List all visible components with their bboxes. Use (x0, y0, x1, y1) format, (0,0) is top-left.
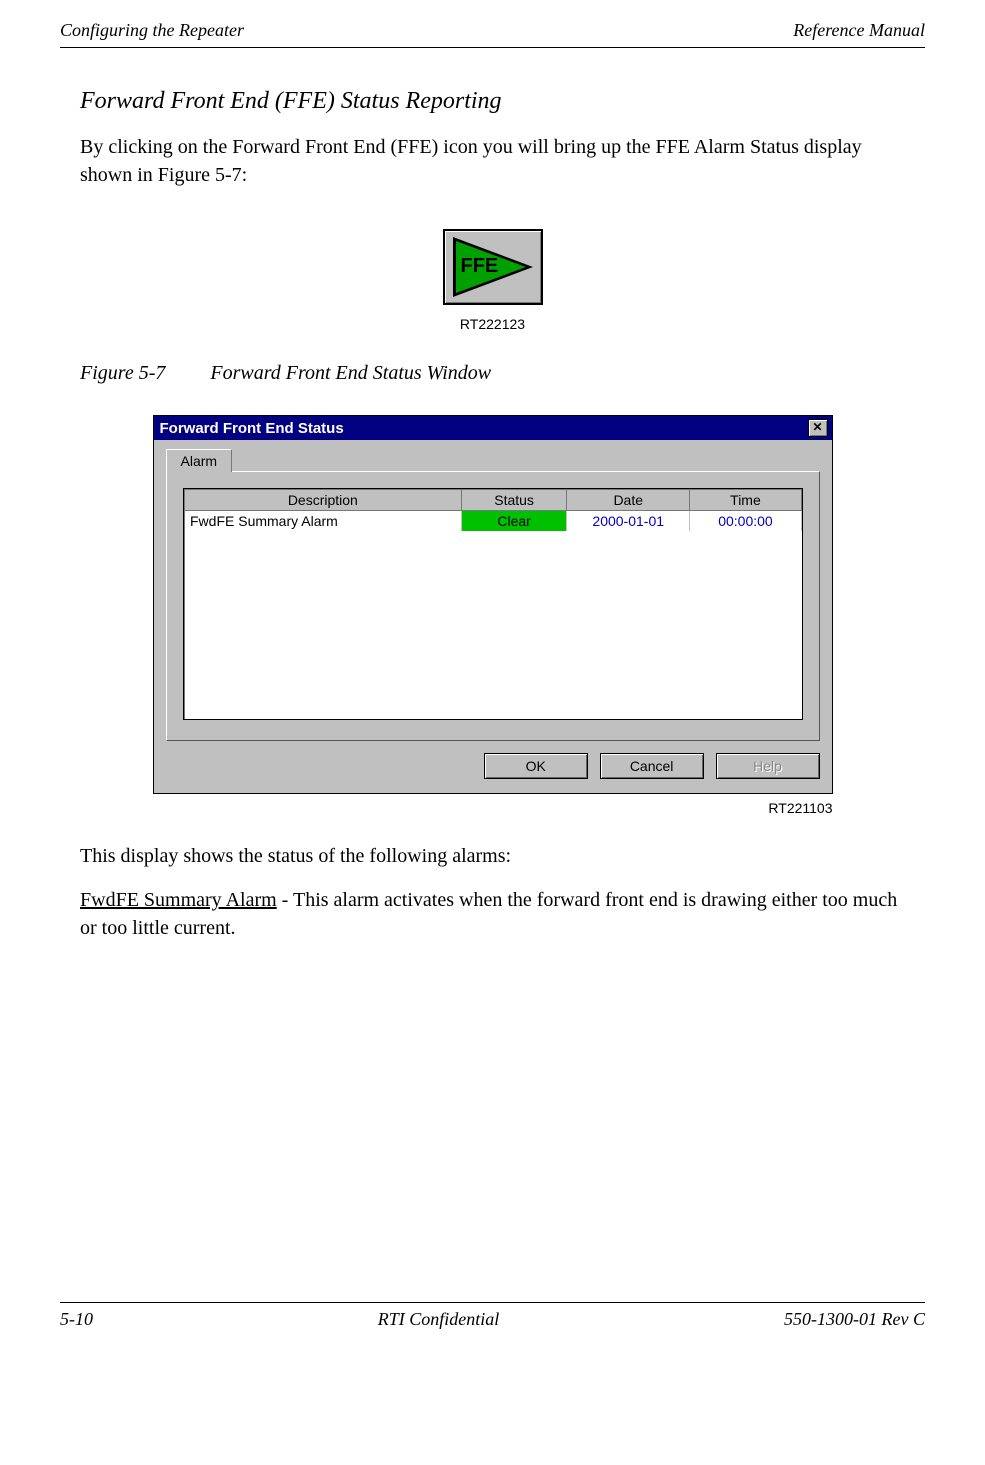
alarm-description: FwdFE Summary Alarm - This alarm activat… (80, 886, 905, 942)
section-intro: By clicking on the Forward Front End (FF… (80, 133, 905, 189)
table-header-row: Description Status Date Time (184, 490, 801, 511)
cancel-button[interactable]: Cancel (600, 753, 704, 779)
figure-number: Figure 5-7 (80, 362, 165, 384)
header-right: Reference Manual (793, 20, 925, 41)
help-button: Help (716, 753, 820, 779)
alarm-name: FwdFE Summary Alarm (80, 889, 277, 911)
tab-alarm[interactable]: Alarm (166, 449, 233, 472)
col-description[interactable]: Description (184, 490, 462, 511)
dialog-fig-code: RT221103 (153, 800, 833, 816)
col-time[interactable]: Time (690, 490, 801, 511)
table-row[interactable]: FwdFE Summary Alarm Clear 2000-01-01 00:… (184, 511, 801, 532)
ffe-icon-label: FFE (461, 255, 499, 278)
close-icon[interactable]: ✕ (808, 419, 828, 437)
ffe-icon[interactable]: FFE (443, 229, 543, 305)
cell-description: FwdFE Summary Alarm (184, 511, 462, 532)
header-left: Configuring the Repeater (60, 20, 244, 41)
dialog-title: Forward Front End Status (160, 420, 344, 437)
section-title: Forward Front End (FFE) Status Reporting (80, 88, 905, 115)
footer-center: RTI Confidential (378, 1309, 500, 1330)
col-date[interactable]: Date (567, 490, 690, 511)
figure-title: Forward Front End Status Window (210, 362, 491, 384)
ok-button[interactable]: OK (484, 753, 588, 779)
col-status[interactable]: Status (462, 490, 567, 511)
ffe-status-dialog: Forward Front End Status ✕ Alarm Descrip… (153, 415, 833, 794)
icon-caption: RT222123 (80, 316, 905, 332)
cell-time: 00:00:00 (690, 511, 801, 532)
footer-right: 550-1300-01 Rev C (784, 1309, 925, 1330)
cell-status: Clear (462, 511, 567, 532)
alarms-intro: This display shows the status of the fol… (80, 842, 905, 870)
footer-left: 5-10 (60, 1309, 93, 1330)
cell-date: 2000-01-01 (567, 511, 690, 532)
alarm-grid[interactable]: Description Status Date Time FwdFE Summa… (183, 488, 803, 720)
